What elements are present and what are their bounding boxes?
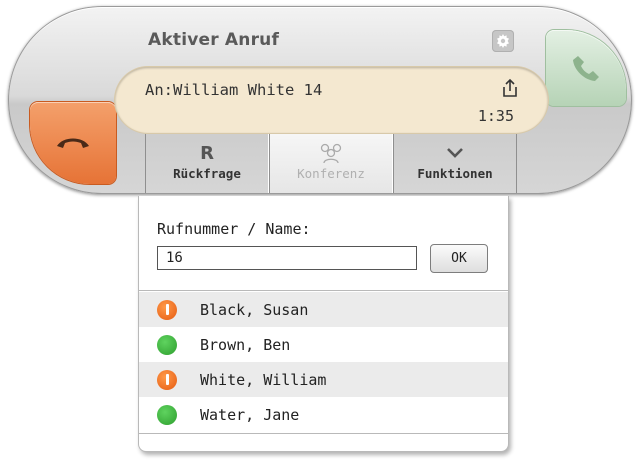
contact-name: Water, Jane (200, 405, 300, 424)
list-item[interactable]: Water, Jane (139, 397, 508, 432)
call-display: An:William White 14 1:35 (115, 67, 548, 133)
call-function-tabs: R Rückfrage Konferenz Funktionen (145, 134, 518, 193)
contact-name: White, William (200, 370, 327, 389)
settings-icon[interactable] (492, 30, 514, 52)
busy-status-icon (157, 369, 177, 390)
phone-hangup-icon (57, 138, 89, 148)
phone-accept-icon (573, 56, 599, 81)
divider (139, 290, 508, 291)
tab-konferenz-label: Konferenz (297, 166, 365, 181)
caller-label: An:William White 14 (145, 81, 323, 99)
active-call-widget: Aktiver Anruf An:William White 14 1:35 R… (8, 6, 632, 194)
number-name-label: Rufnummer / Name: (157, 220, 311, 238)
tab-funktionen[interactable]: Funktionen (393, 134, 517, 193)
tab-konferenz[interactable]: Konferenz (269, 134, 393, 193)
list-item[interactable]: Black, Susan (139, 292, 508, 327)
available-status-icon (157, 334, 177, 355)
tab-rueckfrage-label: Rückfrage (173, 166, 241, 181)
busy-status-icon (157, 299, 177, 320)
consult-icon: R (200, 142, 214, 164)
conference-panel: Rufnummer / Name: OK Black, Susan Brown,… (138, 196, 509, 452)
call-duration: 1:35 (477, 107, 514, 125)
conference-icon (320, 143, 342, 164)
tab-rueckfrage[interactable]: R Rückfrage (145, 134, 269, 193)
number-name-input[interactable] (157, 246, 417, 270)
list-item[interactable]: White, William (139, 362, 508, 397)
tab-funktionen-label: Funktionen (417, 166, 493, 181)
hangup-button[interactable] (30, 102, 116, 184)
available-status-icon (157, 404, 177, 425)
share-icon[interactable] (500, 77, 520, 99)
chevron-down-icon (447, 148, 463, 158)
gear-icon (497, 34, 509, 48)
contact-name: Black, Susan (200, 300, 309, 319)
call-title: Aktiver Anruf (148, 30, 280, 50)
divider (139, 433, 508, 434)
contact-name: Brown, Ben (200, 335, 291, 354)
list-item[interactable]: Brown, Ben (139, 327, 508, 362)
accept-call-button[interactable] (546, 30, 626, 106)
contact-list: Black, Susan Brown, Ben White, William W… (139, 292, 508, 432)
ok-button[interactable]: OK (430, 244, 488, 273)
